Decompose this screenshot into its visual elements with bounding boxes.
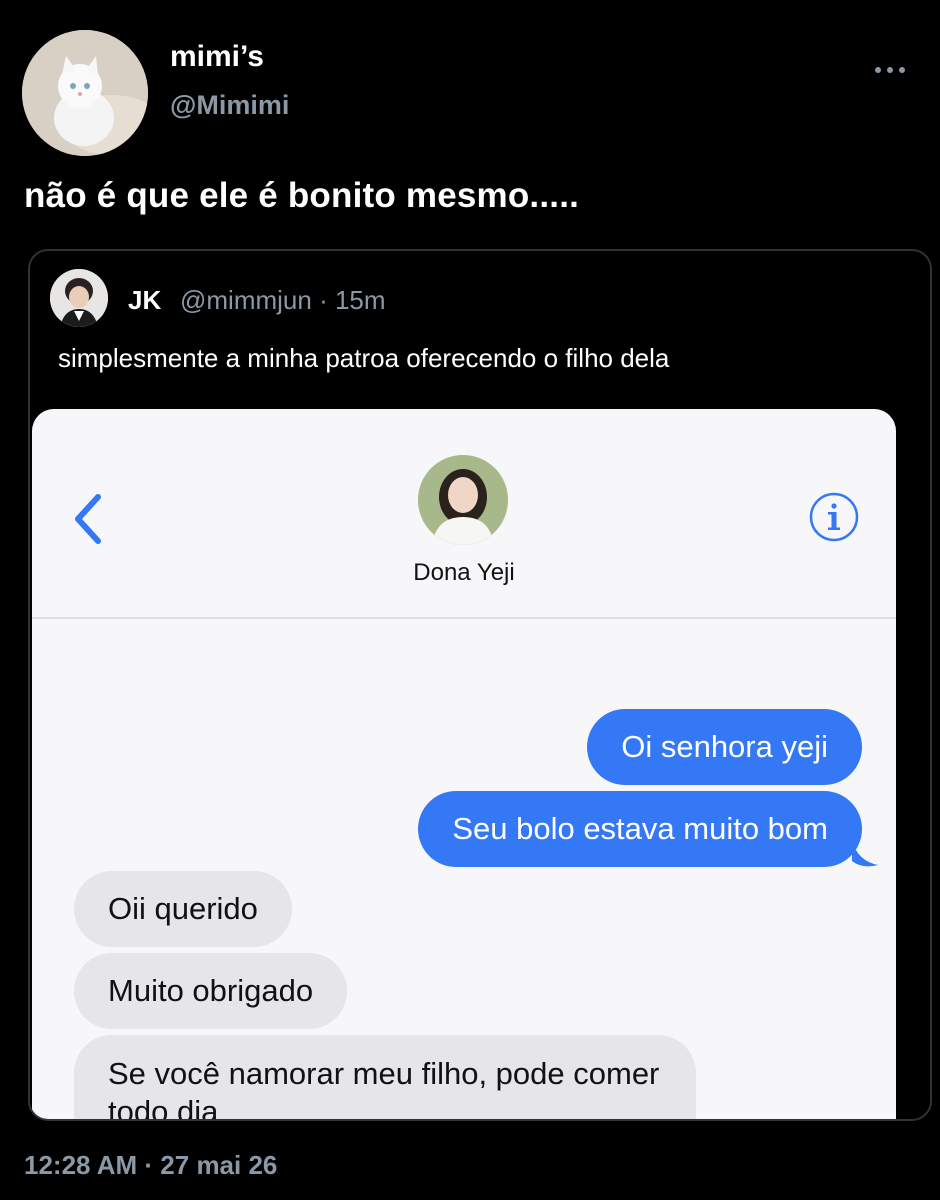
contact-name: Dona Yeji [413, 559, 515, 586]
author-avatar[interactable] [22, 30, 148, 156]
bubble-tail [852, 841, 878, 867]
tweet-timestamp[interactable]: 12:28 AM · 27 mai 26 [24, 1150, 277, 1181]
message-bubble-received: Se você namorar meu filho, pode comer to… [74, 1035, 696, 1119]
tweet-text: não é que ele é bonito mesmo..... [24, 176, 580, 215]
quoted-author-meta[interactable]: @mimmjun · 15m [180, 285, 386, 316]
quoted-author-name[interactable]: JK [128, 285, 161, 316]
message-bubble-received: Muito obrigado [74, 953, 348, 1029]
quoted-tweet-text: simplesmente a minha patroa oferecendo o… [58, 343, 670, 373]
contact-avatar [418, 455, 508, 545]
quoted-tweet[interactable]: JK @mimmjun · 15m simplesmente a minha p… [28, 249, 932, 1121]
more-options-icon[interactable] [868, 58, 912, 82]
more-dot [899, 67, 905, 73]
info-circle-icon [808, 491, 860, 543]
author-display-name[interactable]: mimi’s [170, 40, 264, 74]
quoted-media-image[interactable]: Dona Yeji Oi senhora yeji Seu bolo estav… [32, 409, 896, 1119]
message-bubble-received: Oii querido [74, 871, 292, 947]
header-divider [32, 617, 896, 619]
author-handle[interactable]: @Mimimi [170, 90, 289, 121]
message-bubble-sent: Oi senhora yeji [587, 709, 862, 785]
more-dot [875, 67, 881, 73]
message-bubble-sent: Seu bolo estava muito bom [418, 791, 862, 867]
back-chevron-icon [70, 491, 106, 547]
more-dot [887, 67, 893, 73]
quoted-author-avatar[interactable] [50, 269, 108, 327]
